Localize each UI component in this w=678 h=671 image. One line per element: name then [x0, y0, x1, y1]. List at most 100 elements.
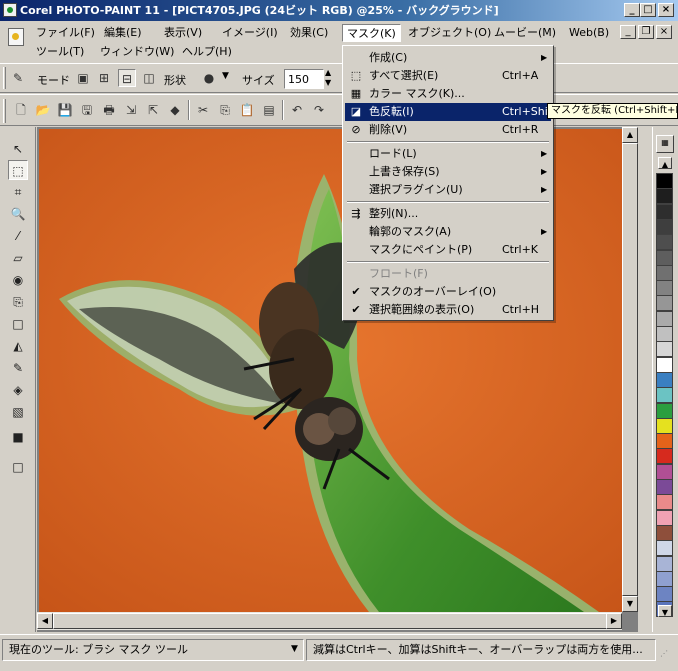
- paste-icon[interactable]: 📋: [238, 101, 256, 119]
- palette-swatch[interactable]: [656, 387, 673, 404]
- scroll-down-icon[interactable]: ▼: [622, 596, 638, 612]
- palette-swatch[interactable]: [656, 356, 673, 373]
- web-export-icon[interactable]: ◆: [166, 101, 184, 119]
- palette-scroll-up-icon[interactable]: ▲: [658, 157, 672, 169]
- menu-help[interactable]: ヘルプ(H): [178, 43, 236, 61]
- eraser-tool-icon[interactable]: ▱: [8, 248, 28, 268]
- paste-object-icon[interactable]: ▤: [260, 101, 278, 119]
- horizontal-scroll-thumb[interactable]: [53, 613, 608, 629]
- menu-tools[interactable]: ツール(T): [32, 43, 88, 61]
- palette-swatch[interactable]: [656, 509, 673, 526]
- palette-swatch[interactable]: [656, 417, 673, 434]
- effect-tool-icon[interactable]: ◈: [8, 380, 28, 400]
- transparency-tool-icon[interactable]: ▧: [8, 402, 28, 422]
- shape-dropdown-icon[interactable]: ▼: [222, 71, 229, 81]
- brush-shape-icon[interactable]: ●: [200, 69, 218, 87]
- palette-swatch[interactable]: [656, 371, 673, 388]
- menu-movie[interactable]: ムービー(M): [490, 24, 560, 42]
- scroll-left-icon[interactable]: ◀: [37, 613, 53, 629]
- mask-menu-item[interactable]: 輪郭のマスク(A) ▶: [345, 223, 551, 241]
- palette-swatch[interactable]: [656, 463, 673, 480]
- menu-edit[interactable]: 編集(E): [100, 24, 146, 42]
- cut-icon[interactable]: ✂: [194, 101, 212, 119]
- paper-color-icon[interactable]: □: [8, 457, 28, 477]
- vertical-scrollbar[interactable]: ▲ ▼: [622, 127, 638, 612]
- save-icon[interactable]: 💾: [56, 101, 74, 119]
- rectangle-tool-icon[interactable]: □: [8, 314, 28, 334]
- menu-effects[interactable]: 効果(C): [286, 24, 332, 42]
- vertical-scroll-thumb[interactable]: [622, 143, 638, 596]
- clone-tool-icon[interactable]: ⎘: [8, 292, 28, 312]
- mask-menu-item[interactable]: 上書き保存(S) ▶: [345, 163, 551, 181]
- mask-menu-item[interactable]: ⇶ 整列(N)...: [345, 205, 551, 223]
- paint-tool-icon[interactable]: ✎: [8, 358, 28, 378]
- palette-menu-icon[interactable]: ▦: [656, 135, 674, 153]
- status-dropdown-icon[interactable]: ▼: [291, 644, 298, 654]
- menu-web[interactable]: Web(B): [565, 24, 613, 42]
- menu-image[interactable]: イメージ(I): [218, 24, 282, 42]
- palette-swatch[interactable]: [656, 280, 673, 297]
- mask-menu-item[interactable]: マスクにペイント(P) Ctrl+K: [345, 241, 551, 259]
- palette-swatch[interactable]: [656, 540, 673, 557]
- mode-add-icon[interactable]: ⊞: [95, 69, 113, 87]
- toolbar-grip[interactable]: [3, 67, 6, 89]
- mask-menu-item[interactable]: ⬚ すべて選択(E) Ctrl+A: [345, 67, 551, 85]
- undo-icon[interactable]: ↶: [288, 101, 306, 119]
- palette-swatch[interactable]: [656, 555, 673, 572]
- palette-swatch[interactable]: [656, 570, 673, 587]
- palette-swatch[interactable]: [656, 188, 673, 205]
- doc-restore-icon[interactable]: ❐: [638, 25, 654, 39]
- mask-menu-item[interactable]: ✔ 選択範囲線の表示(O) Ctrl+H: [345, 301, 551, 319]
- doc-close-icon[interactable]: ×: [656, 25, 672, 39]
- maximize-icon[interactable]: □: [640, 3, 656, 17]
- mask-tool-icon[interactable]: ⬚: [8, 160, 28, 180]
- mode-normal-icon[interactable]: ▣: [74, 69, 92, 87]
- mask-menu-item[interactable]: 選択プラグイン(U) ▶: [345, 181, 551, 199]
- mask-menu-item[interactable]: ロード(L) ▶: [345, 145, 551, 163]
- mask-menu-item[interactable]: ⊘ 削除(V) Ctrl+R: [345, 121, 551, 139]
- export-icon[interactable]: ⇱: [144, 101, 162, 119]
- document-icon[interactable]: [8, 28, 24, 46]
- palette-swatch[interactable]: [656, 173, 673, 189]
- palette-swatch[interactable]: [656, 295, 673, 312]
- color-swatch-icon[interactable]: ■: [8, 427, 28, 447]
- import-icon[interactable]: ⇲: [122, 101, 140, 119]
- scroll-right-icon[interactable]: ▶: [606, 613, 622, 629]
- save-as-icon[interactable]: 🖫: [78, 101, 96, 119]
- menu-mask[interactable]: マスク(K): [342, 24, 401, 42]
- mask-menu-item[interactable]: ✔ マスクのオーバーレイ(O): [345, 283, 551, 301]
- copy-icon[interactable]: ⎘: [216, 101, 234, 119]
- mask-menu-item[interactable]: ▦ カラー マスク(K)...: [345, 85, 551, 103]
- toolbar-grip[interactable]: [3, 99, 6, 123]
- fill-tool-icon[interactable]: ◭: [8, 336, 28, 356]
- mode-subtract-icon[interactable]: ⊟: [118, 69, 136, 87]
- app-icon[interactable]: [3, 3, 17, 17]
- horizontal-scrollbar[interactable]: ◀ ▶: [37, 612, 622, 630]
- palette-swatch[interactable]: [656, 264, 673, 281]
- crop-tool-icon[interactable]: ⌗: [8, 182, 28, 202]
- print-icon[interactable]: 🖶: [100, 101, 118, 119]
- open-icon[interactable]: 📂: [34, 101, 52, 119]
- size-spinner-icon[interactable]: ▲ ▼: [325, 68, 331, 88]
- mode-xor-icon[interactable]: ◫: [140, 69, 158, 87]
- palette-swatch[interactable]: [656, 479, 673, 495]
- close-icon[interactable]: ×: [658, 3, 674, 17]
- menu-object[interactable]: オブジェクト(O): [404, 24, 495, 42]
- palette-swatch[interactable]: [656, 218, 673, 235]
- mask-menu-item[interactable]: ◪ 色反転(I) Ctrl+Shift+I: [345, 103, 568, 121]
- menu-file[interactable]: ファイル(F): [32, 24, 99, 42]
- minimize-icon[interactable]: _: [624, 3, 640, 17]
- palette-swatch[interactable]: [656, 249, 673, 266]
- menu-window[interactable]: ウィンドウ(W): [96, 43, 178, 61]
- palette-swatch[interactable]: [656, 203, 673, 220]
- palette-swatch[interactable]: [656, 341, 673, 358]
- palette-scroll-down-icon[interactable]: ▼: [658, 605, 672, 617]
- menu-view[interactable]: 表示(V): [160, 24, 206, 42]
- redo-icon[interactable]: ↷: [310, 101, 328, 119]
- doc-minimize-icon[interactable]: _: [620, 25, 636, 39]
- palette-swatch[interactable]: [656, 524, 673, 541]
- eyedropper-tool-icon[interactable]: ⁄: [8, 226, 28, 246]
- pick-tool-icon[interactable]: ↖: [8, 139, 28, 159]
- red-eye-tool-icon[interactable]: ◉: [8, 270, 28, 290]
- resize-grip-icon[interactable]: ⋰: [660, 649, 668, 658]
